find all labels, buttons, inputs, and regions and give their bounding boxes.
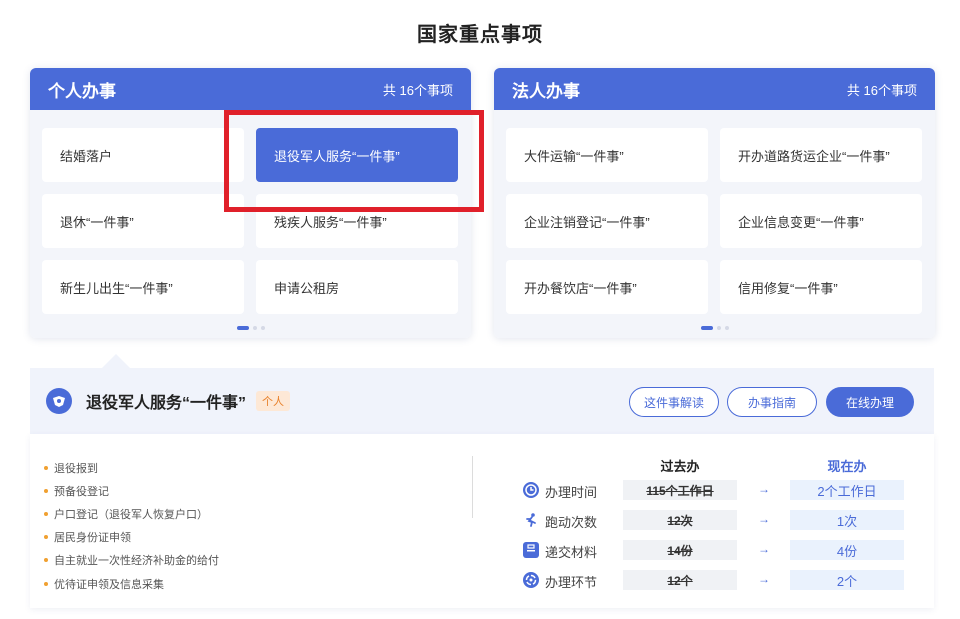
legal-panel-body: 大件运输“一件事” 开办道路货运企业“一件事” 企业注销登记“一件事” 企业信息… xyxy=(494,110,935,338)
page-title: 国家重点事项 xyxy=(417,24,543,46)
detail-header: 退役军人服务“一件事” 个人 这件事解读 办事指南 在线办理 xyxy=(30,368,934,434)
compare-row-steps: 办理环节 12个 → 2个 xyxy=(518,570,918,590)
personal-tag: 个人 xyxy=(256,391,291,411)
legal-item-company-info-change[interactable]: 企业信息变更“一件事” xyxy=(720,194,922,248)
legal-item-freight-company[interactable]: 开办道路货运企业“一件事” xyxy=(720,128,922,182)
arrow-icon: → xyxy=(758,512,770,526)
compare-row-materials: 递交材料 14份 → 4份 xyxy=(518,540,918,560)
legal-panel-header: 法人办事 共 16个事项 xyxy=(494,68,935,110)
selection-caret xyxy=(102,354,130,368)
legal-item-open-restaurant[interactable]: 开办餐饮店“一件事” xyxy=(506,260,708,314)
compare-label: 办理环节 xyxy=(545,575,598,590)
personal-item-public-rental-housing[interactable]: 申请公租房 xyxy=(256,260,458,314)
briefcase-icon xyxy=(523,542,539,558)
personal-pager-dots xyxy=(30,326,471,330)
step-item: 预备役登记 xyxy=(44,479,219,502)
new-value: 1次 xyxy=(790,510,904,530)
legal-item-company-deregistration[interactable]: 企业注销登记“一件事” xyxy=(506,194,708,248)
new-value: 2个 xyxy=(790,570,904,590)
step-item: 退役报到 xyxy=(44,456,219,479)
arrow-icon: → xyxy=(758,542,770,556)
pager-dot[interactable] xyxy=(724,326,729,330)
pager-dot-active[interactable] xyxy=(236,326,249,330)
old-value: 12次 xyxy=(623,510,737,530)
old-value: 12个 xyxy=(623,570,737,590)
arrow-icon: → xyxy=(758,572,770,586)
now-label: 现在办 xyxy=(827,459,867,474)
personal-item-marriage-settle[interactable]: 结婚落户 xyxy=(42,128,244,182)
new-value: 4份 xyxy=(790,540,904,560)
new-value: 2个工作日 xyxy=(790,480,904,500)
vertical-divider xyxy=(472,456,473,518)
personal-item-newborn[interactable]: 新生儿出生“一件事” xyxy=(42,260,244,314)
cycle-icon xyxy=(523,572,539,588)
pager-dot[interactable] xyxy=(716,326,721,330)
legal-panel-count[interactable]: 共 16个事项 xyxy=(847,80,917,99)
legal-item-oversize-transport[interactable]: 大件运输“一件事” xyxy=(506,128,708,182)
guide-button[interactable]: 办事指南 xyxy=(727,387,817,417)
legal-affairs-panel: 法人办事 共 16个事项 大件运输“一件事” 开办道路货运企业“一件事” 企业注… xyxy=(494,68,935,338)
personal-panel-title: 个人办事 xyxy=(48,81,116,101)
detail-body: 退役报到 预备役登记 户口登记（退役军人恢复户口） 居民身份证申领 自主就业一次… xyxy=(30,434,934,608)
legal-item-credit-repair[interactable]: 信用修复“一件事” xyxy=(720,260,922,314)
steps-list: 退役报到 预备役登记 户口登记（退役军人恢复户口） 居民身份证申领 自主就业一次… xyxy=(44,456,219,595)
old-value: 115个工作日 xyxy=(623,480,737,500)
compare-row-trips: 跑动次数 12次 → 1次 xyxy=(518,510,918,530)
compare-row-time: 办理时间 115个工作日 → 2个工作日 xyxy=(518,480,918,500)
personal-item-retirement[interactable]: 退休“一件事” xyxy=(42,194,244,248)
veteran-badge-icon xyxy=(46,388,72,414)
personal-panel-header: 个人办事 共 16个事项 xyxy=(30,68,471,110)
explain-button[interactable]: 这件事解读 xyxy=(629,387,719,417)
pager-dot[interactable] xyxy=(260,326,265,330)
highlight-box-selected-item xyxy=(224,110,484,212)
personal-panel-count[interactable]: 共 16个事项 xyxy=(383,80,453,99)
running-person-icon xyxy=(523,512,539,528)
online-handle-button[interactable]: 在线办理 xyxy=(826,387,914,417)
legal-pager-dots xyxy=(494,326,935,330)
pager-dot-active[interactable] xyxy=(700,326,713,330)
step-item: 居民身份证申领 xyxy=(44,526,219,549)
step-item: 户口登记（退役军人恢复户口） xyxy=(44,502,219,525)
detail-title: 退役军人服务“一件事” xyxy=(86,395,247,412)
old-value: 14份 xyxy=(623,540,737,560)
arrow-icon: → xyxy=(758,482,770,496)
step-item: 优待证申领及信息采集 xyxy=(44,572,219,595)
compare-label: 办理时间 xyxy=(545,485,598,500)
clock-icon xyxy=(523,482,539,498)
legal-panel-title: 法人办事 xyxy=(512,81,580,101)
past-label: 过去办 xyxy=(660,459,700,474)
pager-dot[interactable] xyxy=(252,326,257,330)
compare-label: 跑动次数 xyxy=(545,515,598,530)
compare-label: 递交材料 xyxy=(545,545,598,560)
step-item: 自主就业一次性经济补助金的给付 xyxy=(44,549,219,572)
